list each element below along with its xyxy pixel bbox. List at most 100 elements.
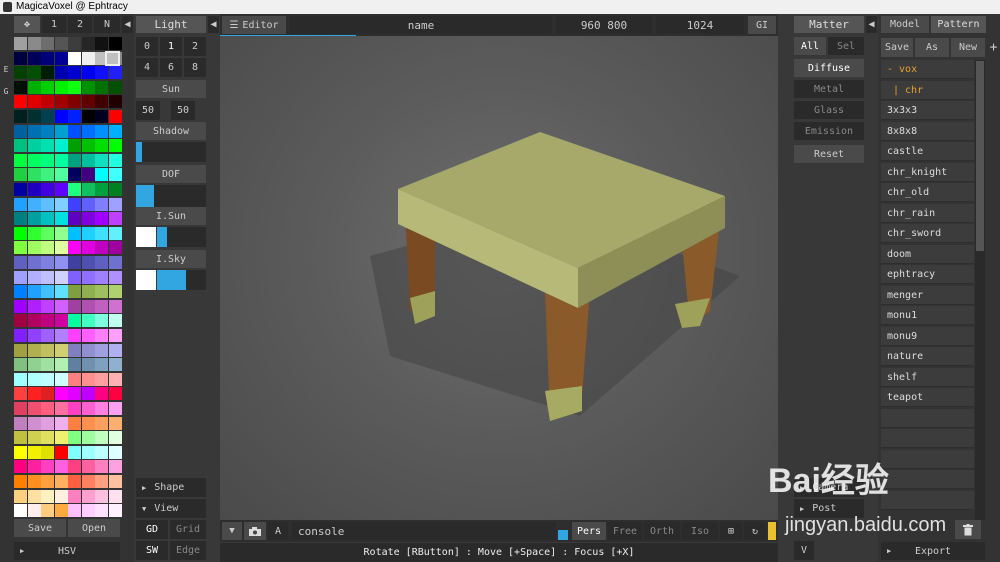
palette-swatch[interactable] xyxy=(14,431,27,445)
palette-swatch[interactable] xyxy=(54,299,68,313)
render-viewport[interactable] xyxy=(220,36,778,520)
palette-swatch[interactable] xyxy=(108,314,122,328)
palette-swatch[interactable] xyxy=(68,504,81,518)
palette-swatch[interactable] xyxy=(27,372,41,386)
palette-swatch[interactable] xyxy=(41,445,54,459)
palette-swatch[interactable] xyxy=(54,168,68,182)
palette-swatch[interactable] xyxy=(81,124,95,138)
palette-swatch[interactable] xyxy=(81,445,95,459)
palette-swatch[interactable] xyxy=(54,241,68,255)
palette-swatch[interactable] xyxy=(108,212,122,226)
palette-swatch[interactable] xyxy=(108,343,122,357)
palette-swatch[interactable] xyxy=(81,212,95,226)
palette-swatch[interactable] xyxy=(81,416,95,430)
model-list-item[interactable]: | chr xyxy=(881,80,974,100)
palette-swatch[interactable] xyxy=(108,197,122,211)
shape-section-toggle[interactable]: ▶ Shape xyxy=(136,478,206,497)
palette-swatch[interactable] xyxy=(41,504,54,518)
sw-toggle[interactable]: SW xyxy=(136,541,168,560)
palette-swatch[interactable] xyxy=(27,343,41,357)
palette-swatch[interactable] xyxy=(27,124,41,138)
palette-swatch[interactable] xyxy=(27,110,41,123)
model-list-item[interactable]: castle xyxy=(881,142,974,161)
palette-swatch[interactable] xyxy=(95,124,108,138)
palette-swatch[interactable] xyxy=(95,314,108,328)
palette-swatch[interactable] xyxy=(95,285,108,299)
palette-swatch[interactable] xyxy=(81,66,95,80)
palette-swatch[interactable] xyxy=(108,387,122,401)
palette-swatch[interactable] xyxy=(41,475,54,488)
palette-open-button[interactable]: Open xyxy=(68,519,120,537)
palette-swatch[interactable] xyxy=(27,314,41,328)
palette-swatch[interactable] xyxy=(95,402,108,415)
collapse-light-icon[interactable]: ◀ xyxy=(208,16,219,33)
palette-swatch[interactable] xyxy=(68,197,81,211)
palette-swatch[interactable] xyxy=(14,241,27,255)
palette-swatch[interactable] xyxy=(27,256,41,269)
palette-save-button[interactable]: Save xyxy=(14,519,66,537)
bounce-0[interactable]: 0 xyxy=(136,37,158,56)
palette-swatch[interactable] xyxy=(14,285,27,299)
console-input[interactable]: console xyxy=(292,522,556,540)
palette-swatch[interactable] xyxy=(108,256,122,269)
dof-slider[interactable] xyxy=(136,185,206,207)
palette-swatch[interactable] xyxy=(41,51,54,65)
palette-swatch[interactable] xyxy=(95,299,108,313)
move-icon[interactable]: ✥ xyxy=(14,16,40,33)
model-list-item[interactable]: 8x8x8 xyxy=(881,121,974,141)
palette-tab-2[interactable]: 2 xyxy=(68,16,92,33)
palette-swatch[interactable] xyxy=(41,80,54,94)
palette-swatch[interactable] xyxy=(108,37,122,50)
matter-reset-button[interactable]: Reset xyxy=(794,145,864,163)
palette-swatch[interactable] xyxy=(81,285,95,299)
material-emission[interactable]: Emission xyxy=(794,122,864,140)
palette-swatch[interactable] xyxy=(81,95,95,109)
palette-swatch[interactable] xyxy=(54,285,68,299)
palette-swatch[interactable] xyxy=(41,431,54,445)
palette-swatch[interactable] xyxy=(41,270,54,284)
palette-swatch[interactable] xyxy=(41,329,54,342)
view-free[interactable]: Free xyxy=(608,522,642,540)
palette-swatch[interactable] xyxy=(68,153,81,167)
palette-swatch[interactable] xyxy=(41,358,54,372)
palette-swatch[interactable] xyxy=(81,372,95,386)
palette-swatch[interactable] xyxy=(41,402,54,415)
palette-swatch[interactable] xyxy=(14,37,27,50)
palette-swatch[interactable] xyxy=(14,329,27,342)
palette-swatch[interactable] xyxy=(27,431,41,445)
palette-swatch[interactable] xyxy=(108,416,122,430)
model-list-scrollbar[interactable] xyxy=(975,60,985,520)
palette-swatch[interactable] xyxy=(14,153,27,167)
camera-icon[interactable] xyxy=(244,522,266,540)
matter-all-tab[interactable]: All xyxy=(794,37,826,55)
isky-color-swatch[interactable] xyxy=(136,270,156,290)
palette-tab-1[interactable]: 1 xyxy=(42,16,66,33)
model-list-item[interactable]: ephtracy xyxy=(881,265,974,284)
palette-swatch[interactable] xyxy=(14,256,27,269)
palette-swatch[interactable] xyxy=(95,358,108,372)
palette-swatch[interactable] xyxy=(81,270,95,284)
palette-swatch[interactable] xyxy=(27,139,41,153)
palette-swatch[interactable] xyxy=(27,80,41,94)
model-save-as-button[interactable]: As xyxy=(915,38,949,57)
model-new-button[interactable]: New xyxy=(951,38,985,57)
palette-swatch[interactable] xyxy=(81,343,95,357)
selected-color-swatch[interactable] xyxy=(105,51,120,66)
v-toggle[interactable]: V xyxy=(794,541,814,560)
palette-swatch[interactable] xyxy=(27,183,41,196)
palette-swatch[interactable] xyxy=(27,212,41,226)
palette-swatch[interactable] xyxy=(54,475,68,488)
palette-swatch[interactable] xyxy=(108,95,122,109)
palette-swatch[interactable] xyxy=(95,183,108,196)
gd-toggle[interactable]: GD xyxy=(136,520,168,539)
palette-swatch[interactable] xyxy=(108,139,122,153)
palette-swatch[interactable] xyxy=(108,124,122,138)
palette-swatch[interactable] xyxy=(95,241,108,255)
palette-swatch[interactable] xyxy=(68,489,81,503)
palette-swatch[interactable] xyxy=(95,431,108,445)
palette-swatch[interactable] xyxy=(68,168,81,182)
palette-swatch[interactable] xyxy=(54,51,68,65)
palette-swatch[interactable] xyxy=(81,504,95,518)
palette-swatch[interactable] xyxy=(81,358,95,372)
palette-swatch[interactable] xyxy=(81,387,95,401)
